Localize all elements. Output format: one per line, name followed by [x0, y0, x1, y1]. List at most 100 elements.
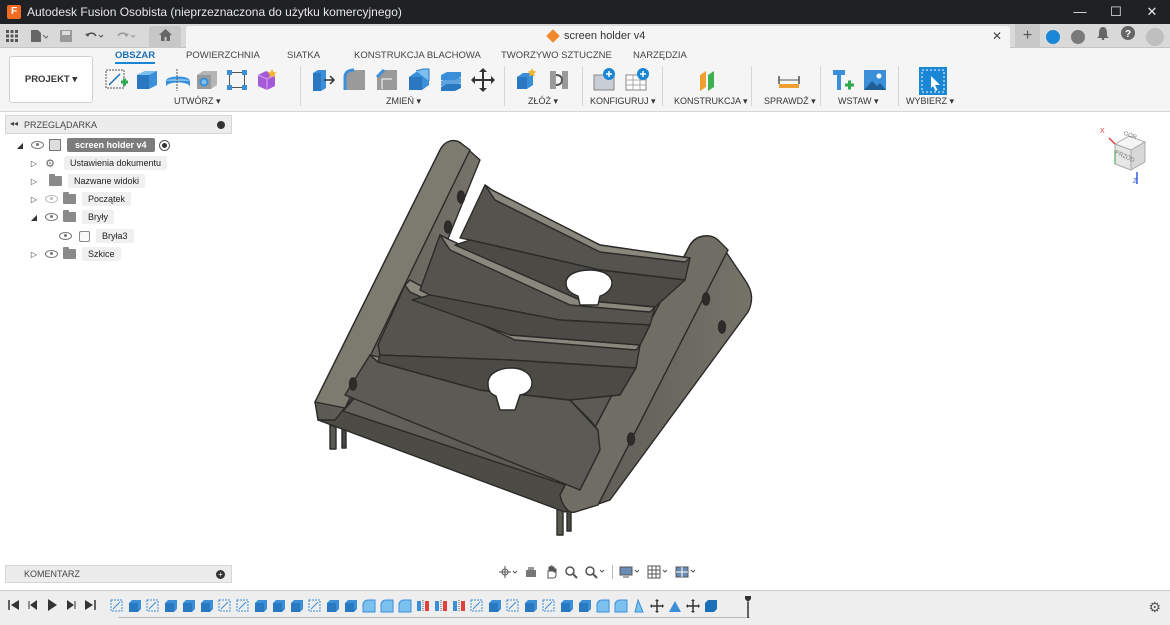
browser-header[interactable]: ◂◂ PRZEGLĄDARKA	[5, 115, 232, 134]
assemble-group-label[interactable]: ZŁÓŻ ▾	[528, 96, 558, 107]
viewports-icon[interactable]	[673, 563, 699, 581]
create-sketch-icon[interactable]	[104, 67, 128, 91]
pan-hand-icon[interactable]	[542, 563, 560, 581]
tree-item-document-settings[interactable]: ▷ ⚙ Ustawienia dokumentu	[28, 155, 168, 171]
root-component-label[interactable]: screen holder v4	[67, 138, 155, 152]
redo-icon[interactable]	[110, 24, 142, 48]
pattern-icon[interactable]	[224, 67, 248, 91]
timeline-extrude-icon[interactable]	[578, 599, 592, 613]
job-status-button[interactable]	[1065, 24, 1090, 48]
timeline-sketch-icon[interactable]	[146, 599, 160, 613]
close-tab-button[interactable]: ✕	[992, 29, 1002, 43]
display-settings-icon[interactable]	[617, 563, 643, 581]
create-group-label[interactable]: UTWÓRZ ▾	[174, 96, 221, 107]
hole-icon[interactable]	[194, 67, 218, 91]
fillet-icon[interactable]	[342, 67, 366, 91]
timeline-draft-icon[interactable]	[632, 598, 646, 613]
timeline-sketch-icon[interactable]	[470, 599, 484, 613]
combine-icon[interactable]	[438, 67, 462, 91]
timeline-fillet-icon[interactable]	[362, 599, 376, 613]
tree-item-origin[interactable]: ▷ Początek	[28, 191, 132, 207]
timeline-extrude-icon[interactable]	[254, 599, 268, 613]
timeline-sketch-icon[interactable]	[542, 599, 556, 613]
timeline-extrude-icon[interactable]	[560, 599, 574, 613]
user-profile-button[interactable]	[1140, 24, 1170, 48]
construct-group-label[interactable]: KONSTRUKCJA ▾	[674, 96, 748, 107]
shell-icon[interactable]	[406, 67, 430, 91]
orbit-icon[interactable]	[496, 563, 520, 581]
timeline-sketch-icon[interactable]	[110, 599, 124, 613]
timeline-fillet-icon[interactable]	[614, 599, 628, 613]
configuration-table-icon[interactable]	[624, 67, 649, 91]
browser-root-row[interactable]: ◢ screen holder v4	[14, 137, 170, 153]
tab-sheet-metal[interactable]: KONSTRUKCJA BLACHOWA	[354, 50, 481, 61]
visibility-eye-icon[interactable]	[45, 195, 58, 203]
move-copy-icon[interactable]	[470, 67, 495, 92]
visibility-eye-icon[interactable]	[45, 250, 58, 258]
select-icon[interactable]	[919, 67, 947, 95]
tab-mesh[interactable]: SIATKA	[287, 50, 320, 61]
timeline-sketch-icon[interactable]	[236, 599, 250, 613]
timeline-fillet-icon[interactable]	[398, 599, 412, 613]
undo-icon[interactable]	[78, 24, 110, 48]
timeline-previous-icon[interactable]	[26, 599, 39, 613]
offset-plane-icon[interactable]	[696, 67, 720, 91]
create-form-icon[interactable]	[254, 67, 278, 91]
tree-item-sketches[interactable]: ▷ Szkice	[28, 246, 121, 262]
maximize-button[interactable]: ☐	[1098, 0, 1134, 24]
tree-item-body3[interactable]: Bryła3	[54, 228, 134, 244]
help-button[interactable]: ?	[1115, 24, 1140, 48]
modify-group-label[interactable]: ZMIEŃ ▾	[386, 96, 421, 107]
timeline-mirror-icon[interactable]	[434, 599, 448, 613]
view-cube[interactable]: GÓR PRZÓD X Z	[1097, 126, 1157, 186]
grid-settings-icon[interactable]	[645, 563, 671, 581]
timeline-box-icon[interactable]	[704, 599, 718, 613]
timeline-marker[interactable]	[745, 596, 751, 618]
timeline-sketch-icon[interactable]	[506, 599, 520, 613]
timeline-extrude-icon[interactable]	[488, 599, 502, 613]
visibility-eye-icon[interactable]	[31, 141, 44, 149]
timeline-mirror-icon[interactable]	[416, 599, 430, 613]
joint-icon[interactable]	[546, 67, 570, 91]
expand-arrow-icon[interactable]: ▷	[28, 177, 40, 186]
insert-image-icon[interactable]	[862, 67, 886, 91]
timeline-extrude-icon[interactable]	[200, 599, 214, 613]
minimize-button[interactable]: —	[1062, 0, 1098, 24]
timeline-fillet-icon[interactable]	[596, 599, 610, 613]
insert-group-label[interactable]: WSTAW ▾	[838, 96, 879, 107]
timeline-fillet-icon[interactable]	[380, 599, 394, 613]
extrude-icon[interactable]	[134, 67, 158, 91]
zoom-icon[interactable]	[562, 563, 580, 581]
timeline-move-icon[interactable]	[686, 599, 700, 613]
visibility-eye-icon[interactable]	[45, 213, 58, 221]
timeline-chamfer-icon[interactable]	[668, 599, 682, 613]
revolve-icon[interactable]	[164, 67, 190, 91]
chamfer-icon[interactable]	[374, 67, 398, 91]
configure-design-icon[interactable]	[592, 67, 616, 91]
expand-arrow-icon[interactable]: ▷	[28, 195, 40, 204]
collapse-arrow-icon[interactable]: ◢	[28, 213, 40, 222]
timeline-first-icon[interactable]	[7, 599, 20, 613]
tab-surface[interactable]: POWIERZCHNIA	[186, 50, 260, 61]
tab-solid[interactable]: OBSZAR	[115, 50, 156, 64]
save-icon[interactable]	[54, 24, 78, 48]
new-tab-button[interactable]: +	[1015, 24, 1040, 48]
timeline-extrude-icon[interactable]	[344, 599, 358, 613]
screen-holder-model[interactable]	[314, 139, 753, 536]
insert-derive-icon[interactable]	[830, 67, 854, 91]
timeline-extrude-icon[interactable]	[290, 599, 304, 613]
timeline-settings-gear-icon[interactable]: ⚙	[1148, 599, 1161, 616]
close-window-button[interactable]: ✕	[1134, 0, 1170, 24]
timeline-sketch-icon[interactable]	[218, 599, 232, 613]
timeline-mirror-icon[interactable]	[452, 599, 466, 613]
timeline-extrude-icon[interactable]	[524, 599, 538, 613]
expand-arrow-icon[interactable]: ▷	[28, 159, 40, 168]
collapse-browser-icon[interactable]: ◂◂	[10, 119, 18, 128]
browser-minimize-button[interactable]	[217, 121, 225, 129]
timeline-extrude-icon[interactable]	[326, 599, 340, 613]
visibility-eye-icon[interactable]	[59, 232, 72, 240]
timeline-sketch-icon[interactable]	[308, 599, 322, 613]
configure-group-label[interactable]: KONFIGURUJ ▾	[590, 96, 656, 107]
collapse-arrow-icon[interactable]: ◢	[14, 141, 26, 150]
home-button[interactable]	[149, 26, 181, 48]
